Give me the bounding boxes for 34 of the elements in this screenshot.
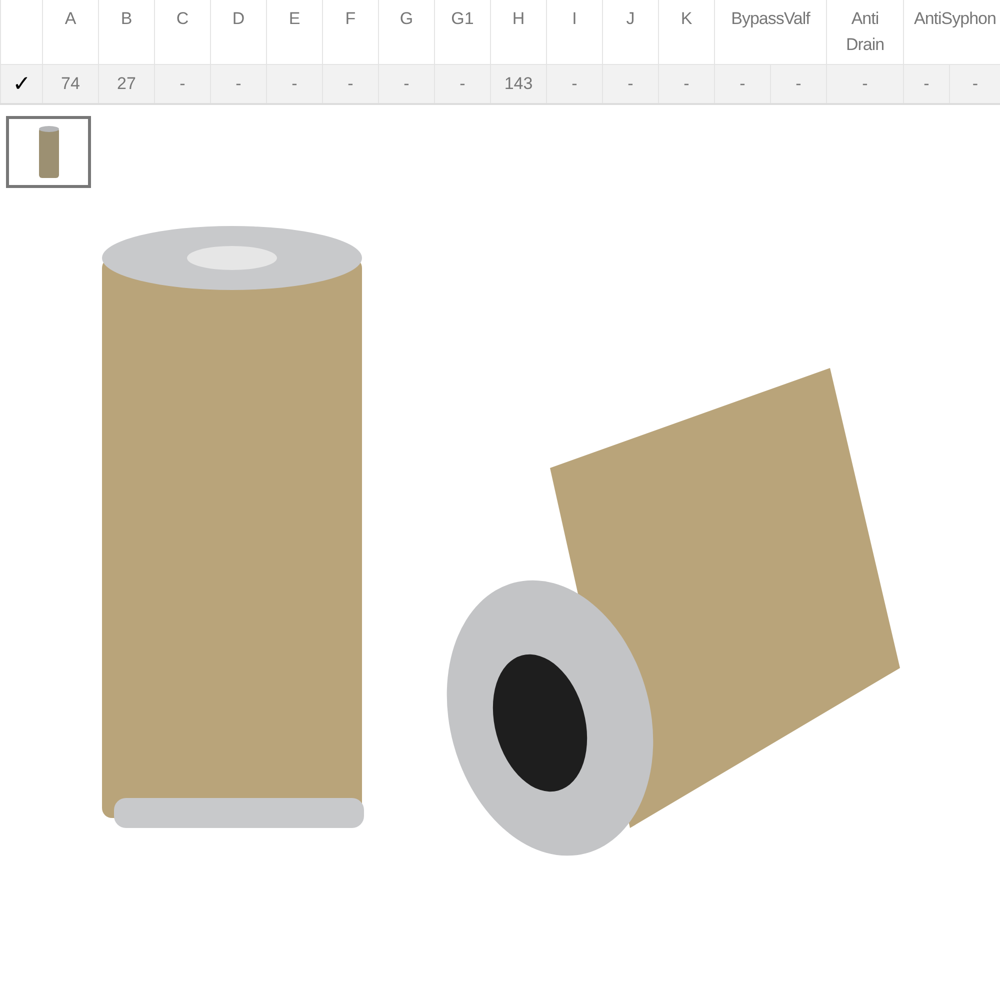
column-header: B xyxy=(120,9,132,28)
table-cell: - xyxy=(740,74,746,93)
table-cell: - xyxy=(348,74,354,93)
table-cell: - xyxy=(684,74,690,93)
table-cell: - xyxy=(924,74,930,93)
table-cell: - xyxy=(292,74,298,93)
column-header: C xyxy=(176,9,189,28)
column-header: G1 xyxy=(451,9,474,28)
check-mark: ✓ xyxy=(12,71,30,96)
table-cell: - xyxy=(236,74,242,93)
table-cell: - xyxy=(972,74,978,93)
table-cell: 143 xyxy=(504,74,533,93)
table-cell: - xyxy=(180,74,186,93)
column-header: BypassValf xyxy=(731,9,810,28)
column-header: J xyxy=(626,9,635,28)
product-thumbnail[interactable] xyxy=(6,116,91,188)
table-cell: 74 xyxy=(61,74,80,93)
table-cell: - xyxy=(796,74,802,93)
table-cell: - xyxy=(628,74,634,93)
column-header: E xyxy=(288,9,300,28)
column-header: F xyxy=(345,9,356,28)
column-header: G xyxy=(400,9,414,28)
column-header: I xyxy=(572,9,577,28)
table-cell: - xyxy=(862,74,868,93)
table-cell: - xyxy=(404,74,410,93)
column-header: D xyxy=(232,9,245,28)
table-cell: - xyxy=(460,74,466,93)
column-header: AntiSyphon xyxy=(914,9,996,28)
table-cell: 27 xyxy=(117,74,136,93)
column-header: H xyxy=(512,9,525,28)
column-header: Anti Drain xyxy=(846,9,884,54)
column-header: A xyxy=(64,9,76,28)
column-header: K xyxy=(680,9,692,28)
table-cell: - xyxy=(572,74,578,93)
